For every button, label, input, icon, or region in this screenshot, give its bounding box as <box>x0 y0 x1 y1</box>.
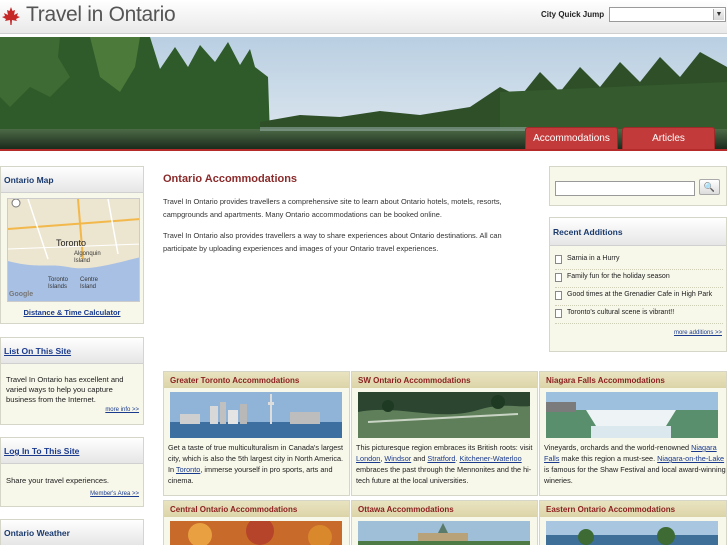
kitchener-waterloo-link[interactable]: Kitchener-Waterloo <box>459 454 521 463</box>
toronto-link[interactable]: Toronto <box>176 465 200 474</box>
search-input[interactable] <box>555 181 695 196</box>
london-link[interactable]: London <box>356 454 380 463</box>
sw-ontario-card: SW Ontario Accommodations This picturesq… <box>351 371 538 496</box>
recent-additions-title: Recent Additions <box>550 218 726 246</box>
distance-calculator-link[interactable]: Distance & Time Calculator <box>1 308 143 317</box>
recent-item[interactable]: Toronto's cultural scene is vibrant!! <box>555 306 723 324</box>
eastern-ontario-image[interactable] <box>546 521 718 545</box>
niagara-card-text: Vineyards, orchards and the world-renown… <box>544 443 726 485</box>
central-ontario-card-title[interactable]: Central Ontario Accommodations <box>164 501 349 517</box>
niagara-on-the-lake-link[interactable]: Niagara-on-the-Lake <box>657 454 724 463</box>
quick-jump-label: City Quick Jump <box>541 10 605 19</box>
sw-ontario-image[interactable] <box>358 392 530 438</box>
google-logo: Google <box>9 291 34 298</box>
weather-box: Ontario Weather <box>0 519 144 545</box>
map-label-toronto: Toronto <box>56 238 87 248</box>
ontario-map-box: Ontario Map Toronto Algonquin Island Tor… <box>0 166 144 324</box>
recent-item[interactable]: Sarnia in a Hurry <box>555 252 723 270</box>
maple-leaf-icon[interactable] <box>1 6 21 26</box>
toronto-card-title[interactable]: Greater Toronto Accommodations <box>164 372 349 388</box>
document-icon <box>555 273 562 282</box>
list-on-site-box: List On This Site Travel In Ontario has … <box>0 337 144 425</box>
chevron-down-icon[interactable]: ▼ <box>713 9 724 20</box>
eastern-ontario-card-title[interactable]: Eastern Ontario Accommodations <box>540 501 726 517</box>
city-quick-jump-select[interactable]: ▼ <box>609 7 726 22</box>
sw-ontario-card-title[interactable]: SW Ontario Accommodations <box>352 372 537 388</box>
ontario-map-title: Ontario Map <box>1 167 143 193</box>
list-on-site-text: Travel In Ontario has excellent and vari… <box>6 375 124 404</box>
search-button[interactable]: 🔍 <box>699 179 720 195</box>
login-box: Log In To This Site Share your travel ex… <box>0 437 144 507</box>
more-additions-link[interactable]: more additions >> <box>674 330 722 336</box>
search-icon: 🔍 <box>703 182 716 192</box>
central-ontario-card: Central Ontario Accommodations <box>163 500 350 545</box>
tab-accommodations[interactable]: Accommodations <box>525 127 618 149</box>
niagara-card: Niagara Falls Accommodations Vineyards, … <box>539 371 727 496</box>
site-title[interactable]: Travel in Ontario <box>26 3 176 27</box>
weather-title: Ontario Weather <box>1 520 143 545</box>
share-paragraph: Travel In Ontario also provides travelle… <box>163 231 502 253</box>
map-label-toronto-islands: Toronto Islands <box>48 277 69 290</box>
recent-additions-box: Recent Additions Sarnia in a Hurry Famil… <box>549 217 727 352</box>
map-label-algonquin: Algonquin Island <box>74 251 101 264</box>
ottawa-card-title[interactable]: Ottawa Accommodations <box>352 501 537 517</box>
niagara-falls-image[interactable] <box>546 392 718 438</box>
recent-item[interactable]: Good times at the Grenadier Cafe in High… <box>555 288 723 306</box>
ontario-map[interactable]: Toronto Algonquin Island Toronto Islands… <box>7 198 140 302</box>
windsor-link[interactable]: Windsor <box>384 454 411 463</box>
sw-ontario-card-text: This picturesque region embraces its Bri… <box>356 443 533 485</box>
nav-underline <box>0 149 727 151</box>
more-info-link[interactable]: more info >> <box>105 407 139 413</box>
recent-item[interactable]: Family fun for the holiday season <box>555 270 723 288</box>
list-on-site-link[interactable]: List On This Site <box>1 338 143 364</box>
toronto-card-text: Get a taste of true multiculturalism in … <box>168 443 344 485</box>
intro-paragraph: Travel In Ontario provides travellers a … <box>163 197 502 219</box>
niagara-card-title[interactable]: Niagara Falls Accommodations <box>540 372 726 388</box>
map-label-centre-island: Centre Island <box>80 277 99 290</box>
central-ontario-image[interactable] <box>170 521 342 545</box>
ottawa-card: Ottawa Accommodations <box>351 500 538 545</box>
stratford-link[interactable]: Stratford <box>427 454 455 463</box>
document-icon <box>555 291 562 300</box>
members-area-link[interactable]: Member's Area >> <box>90 491 139 497</box>
login-link[interactable]: Log In To This Site <box>1 438 143 464</box>
document-icon <box>555 309 562 318</box>
page-title: Ontario Accommodations <box>163 173 298 185</box>
document-icon <box>555 255 562 264</box>
site-header: Travel in Ontario City Quick Jump ▼ <box>0 0 727 34</box>
tab-articles[interactable]: Articles <box>622 127 715 149</box>
ottawa-image[interactable] <box>358 521 530 545</box>
toronto-skyline-image[interactable] <box>170 392 342 438</box>
toronto-card: Greater Toronto Accommodations Get a tas… <box>163 371 350 496</box>
eastern-ontario-card: Eastern Ontario Accommodations <box>539 500 727 545</box>
login-text: Share your travel experiences. <box>6 476 109 485</box>
search-box: 🔍 <box>549 166 727 206</box>
